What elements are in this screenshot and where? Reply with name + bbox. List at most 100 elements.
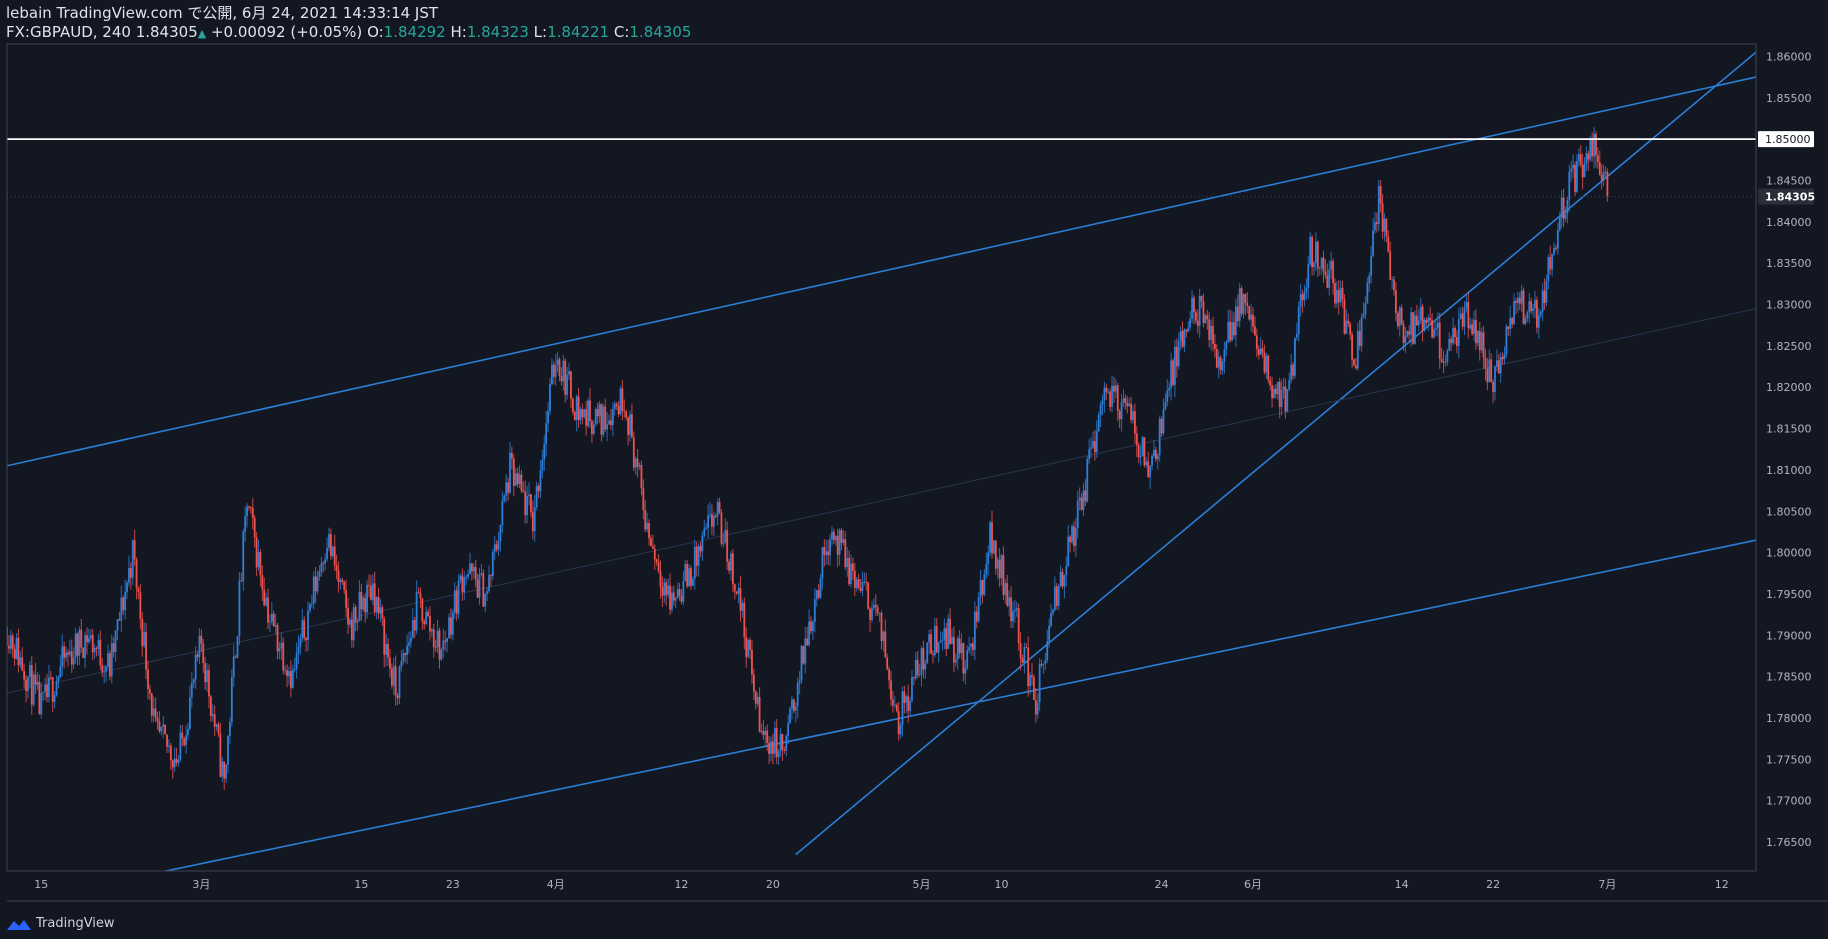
candle-body — [1444, 361, 1447, 363]
candle-body — [775, 727, 778, 758]
candle-body — [244, 516, 247, 532]
candle-body — [1040, 664, 1043, 666]
candle-body — [1553, 247, 1555, 254]
candle-body — [55, 681, 58, 696]
candle-body — [362, 597, 365, 610]
price-tick-label: 1.77500 — [1766, 753, 1812, 766]
candle-body — [577, 396, 580, 421]
candle-body — [1090, 447, 1092, 450]
candle-body — [547, 411, 549, 424]
candle-body — [1375, 222, 1378, 224]
trendline-3[interactable] — [795, 51, 1756, 856]
candle-body — [1267, 355, 1270, 381]
candle-body — [491, 552, 494, 576]
candle-body — [697, 546, 700, 566]
candle-body — [116, 619, 119, 631]
candle-body — [1284, 386, 1287, 412]
candle-body — [259, 552, 262, 576]
candle-body — [1187, 327, 1190, 332]
time-axis[interactable]: 15 3月 15 23 4月 12 20 5月 10 24 6月 14 22 7月 12 — [34, 878, 1728, 891]
time-tick-label: 20 — [766, 878, 780, 891]
candle-body — [48, 677, 50, 697]
candle-body — [640, 465, 643, 489]
candle-body — [1076, 500, 1079, 529]
candle-body — [1183, 329, 1186, 347]
candle-body — [1301, 294, 1304, 301]
candle-body — [1393, 279, 1395, 291]
candle-body — [65, 652, 67, 658]
candle-body — [390, 668, 393, 686]
price-tick-label: 1.84000 — [1766, 216, 1812, 229]
candle-body — [1314, 241, 1317, 263]
candle-body — [442, 640, 445, 650]
candle-body — [211, 714, 214, 717]
candle-body — [554, 364, 557, 377]
candle-body — [59, 666, 62, 678]
candle-body — [17, 637, 20, 666]
candle-body — [909, 701, 911, 711]
candle-body — [1475, 319, 1477, 344]
candle-body — [1168, 387, 1171, 391]
candle-body — [602, 406, 605, 435]
candle-body — [1010, 597, 1012, 622]
candle-body — [105, 666, 107, 672]
candle-body — [1358, 330, 1361, 346]
candle-body — [859, 588, 862, 591]
candle-body — [848, 558, 851, 584]
candle-body — [497, 540, 500, 550]
candle-body — [1313, 262, 1315, 268]
candle-body — [23, 670, 26, 680]
candle-body — [202, 643, 205, 664]
candle-body — [1288, 380, 1291, 390]
candle-body — [539, 470, 542, 492]
candle-body — [1520, 290, 1523, 304]
candle-body — [219, 733, 222, 777]
candle-body — [985, 564, 988, 575]
candle-body — [1326, 275, 1329, 288]
candle-body — [1425, 319, 1428, 323]
candle-body — [1355, 365, 1357, 369]
candle-body — [314, 576, 317, 592]
candle-body — [947, 618, 950, 649]
candle-body — [1299, 294, 1302, 307]
candle-body — [1097, 414, 1100, 432]
candle-body — [301, 620, 304, 639]
candle-body — [926, 642, 929, 664]
horizontal-level[interactable] — [7, 138, 1756, 198]
candle-body — [537, 485, 540, 492]
candle-body — [444, 640, 447, 642]
candle-body — [745, 637, 748, 657]
level-price-tag-label: 1.85000 — [1765, 133, 1811, 146]
candle-body — [720, 512, 723, 544]
price-axis[interactable]: 1.86000 1.85500 1.85000 1.84500 1.84000 1.835… — [1758, 50, 1815, 849]
candle-body — [72, 657, 75, 665]
candle-body — [733, 584, 736, 592]
candle-body — [1093, 441, 1096, 453]
candle-body — [438, 630, 441, 660]
candle-body — [638, 465, 641, 467]
candle-body — [1029, 675, 1032, 687]
candle-body — [406, 645, 408, 656]
trendline-2[interactable] — [7, 539, 1756, 904]
price-chart[interactable]: 1.86000 1.85500 1.85000 1.84500 1.84000 1.835… — [0, 0, 1828, 939]
candle-body — [667, 585, 670, 596]
price-tick-label: 1.85500 — [1766, 92, 1812, 105]
candle-body — [293, 669, 296, 671]
candle-body — [278, 648, 281, 652]
trendlines[interactable] — [7, 51, 1756, 904]
candle-body — [712, 515, 715, 527]
candle-body — [1223, 349, 1226, 362]
price-tick-label: 1.86000 — [1766, 50, 1812, 63]
candle-body — [472, 567, 475, 572]
candle-body — [762, 730, 765, 736]
candle-body — [760, 730, 763, 732]
candle-body — [383, 618, 386, 655]
candle-body — [141, 619, 144, 647]
candle-body — [400, 661, 403, 667]
candle-body — [150, 693, 153, 716]
candle-body — [1242, 294, 1245, 314]
candle-body — [1435, 327, 1437, 330]
candle-body — [770, 741, 772, 754]
candle-body — [619, 388, 622, 415]
time-tick-label: 7月 — [1598, 878, 1616, 891]
